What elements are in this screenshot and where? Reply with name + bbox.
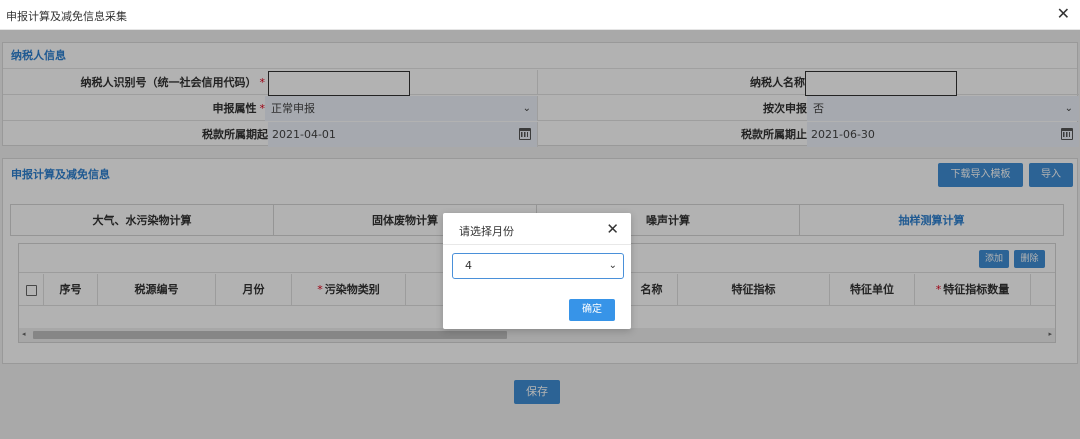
- title-bar: 申报计算及减免信息采集 ✕: [0, 0, 1080, 30]
- chevron-down-icon: ⌄: [608, 260, 617, 271]
- dialog-title: 请选择月份: [459, 225, 514, 238]
- confirm-button[interactable]: 确定: [569, 299, 615, 321]
- month-select-value: 4: [465, 259, 472, 272]
- window-title: 申报计算及减免信息采集: [6, 10, 127, 23]
- month-select-dialog: 请选择月份 ✕ 4 ⌄ 确定: [443, 213, 631, 329]
- dialog-divider: [443, 244, 631, 245]
- month-select[interactable]: 4 ⌄: [452, 253, 624, 279]
- close-icon[interactable]: ✕: [1057, 4, 1070, 23]
- close-icon[interactable]: ✕: [606, 220, 619, 238]
